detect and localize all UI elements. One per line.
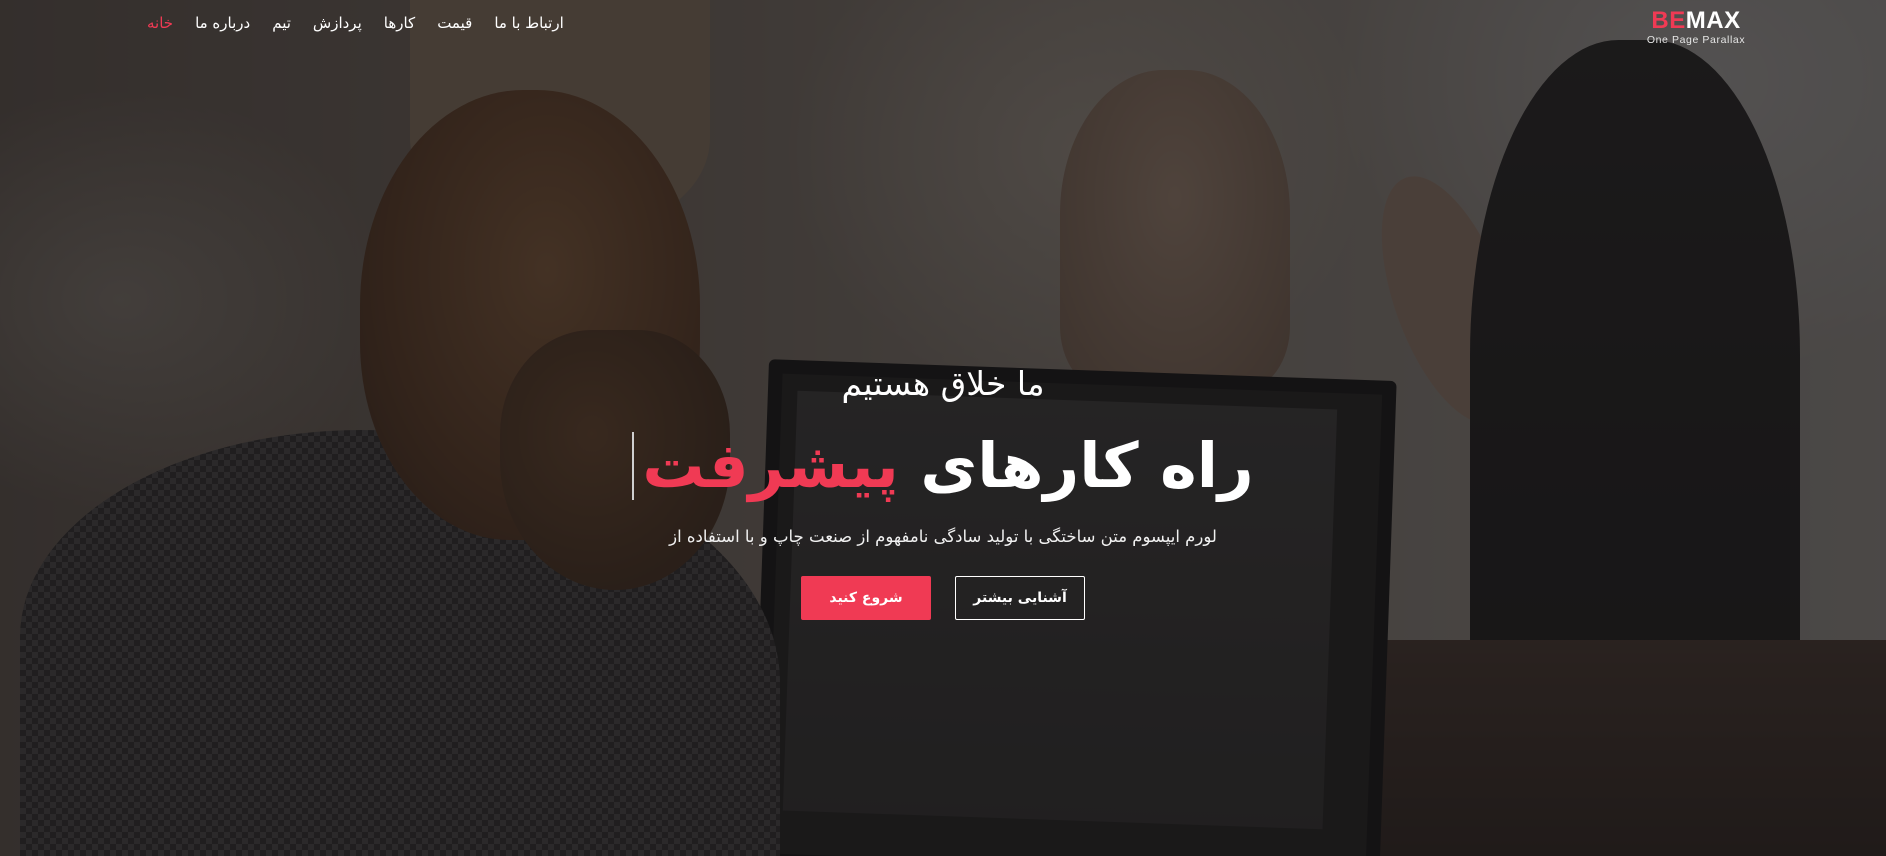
- hero-title: راه کارهای پیشرفت: [632, 426, 1254, 506]
- nav-item-pricing[interactable]: قیمت: [437, 14, 472, 32]
- hero-title-accent: پیشرفت: [642, 429, 899, 502]
- nav-item-process[interactable]: پردازش: [313, 14, 362, 32]
- typing-cursor: [632, 432, 635, 500]
- logo-tagline: One Page Parallax: [1646, 34, 1746, 46]
- main-navigation: خانه درباره ما تیم پردازش کارها قیمت ارت…: [147, 14, 564, 32]
- nav-item-contact[interactable]: ارتباط با ما: [494, 14, 563, 32]
- learn-more-button[interactable]: آشنایی بیشتر: [955, 576, 1085, 620]
- hero-subtitle: ما خلاق هستیم: [841, 364, 1045, 403]
- hero-button-group: آشنایی بیشتر شروع کنید: [0, 576, 1886, 620]
- nav-item-team[interactable]: تیم: [272, 14, 291, 32]
- hero-description: لورم ایپسوم متن ساختگی با تولید سادگی نا…: [669, 527, 1217, 546]
- get-started-button[interactable]: شروع کنید: [801, 576, 931, 620]
- logo-wordmark: BEMAX: [1641, 9, 1751, 33]
- nav-item-works[interactable]: کارها: [384, 14, 415, 32]
- logo-part-max: MAX: [1685, 7, 1741, 34]
- logo-part-be: BE: [1651, 7, 1686, 34]
- hero-section: ما خلاق هستیم راه کارهای پیشرفت لورم ایپ…: [0, 360, 1886, 620]
- hero-title-main: راه کارهای: [920, 429, 1254, 502]
- nav-item-home[interactable]: خانه: [147, 14, 173, 32]
- nav-item-about[interactable]: درباره ما: [195, 14, 250, 32]
- brand-logo[interactable]: BEMAX One Page Parallax: [1641, 9, 1751, 47]
